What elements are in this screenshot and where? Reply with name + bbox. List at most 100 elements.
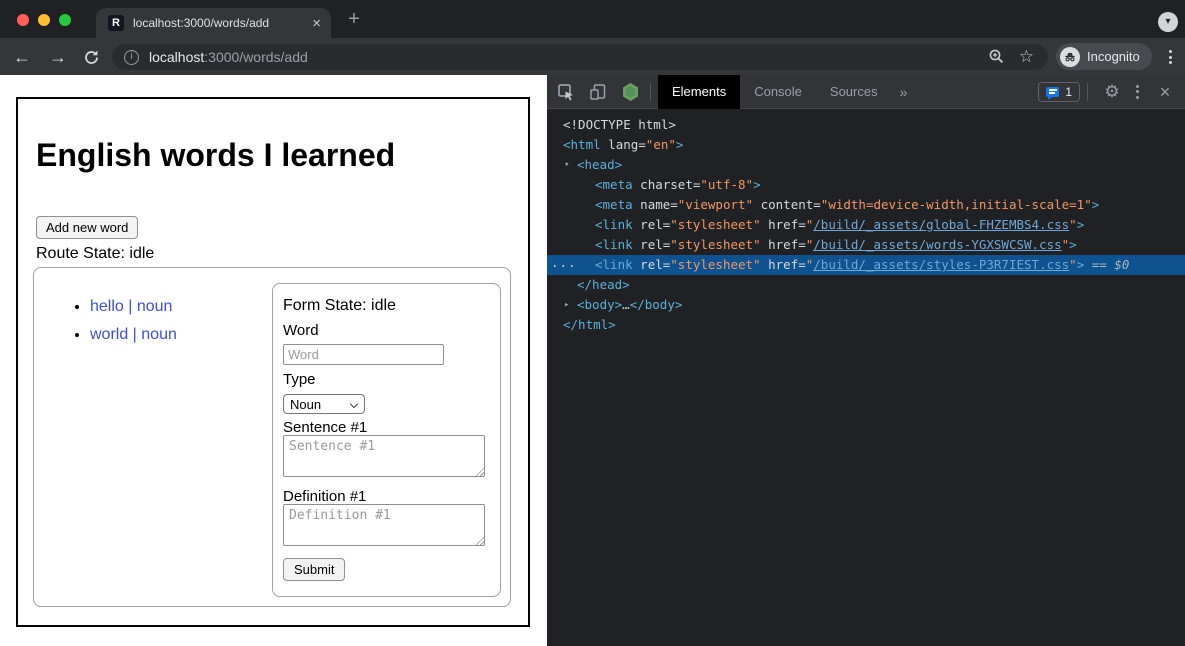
tab-close-icon[interactable]: × bbox=[312, 16, 321, 31]
sentence-textarea[interactable] bbox=[283, 435, 485, 477]
word-input[interactable] bbox=[283, 344, 444, 365]
word-list: hello | noun world | noun bbox=[54, 298, 177, 354]
zoom-page-button[interactable] bbox=[988, 48, 1005, 66]
more-tabs-button[interactable]: » bbox=[892, 84, 916, 100]
code-token-attr: rel= bbox=[633, 217, 671, 232]
device-toolbar-button[interactable] bbox=[585, 79, 611, 105]
code-line-selected[interactable]: ...<link rel="stylesheet" href="/build/_… bbox=[547, 255, 1185, 275]
sentence-label: Sentence #1 bbox=[283, 419, 367, 436]
devtools-panel: ElementsConsoleSources » 1 ⚙ × <!DOCTYPE… bbox=[547, 75, 1185, 646]
code-token-tag: <html bbox=[563, 137, 601, 152]
magnifier-plus-icon bbox=[988, 48, 1005, 65]
browser-menu-button[interactable] bbox=[1160, 44, 1180, 70]
code-token-tag: > bbox=[753, 177, 761, 192]
expand-arrow-icon[interactable]: ▸ bbox=[564, 295, 569, 315]
inspect-element-button[interactable] bbox=[553, 79, 579, 105]
window-content: English words I learned Add new word Rou… bbox=[0, 75, 1185, 646]
issues-counter-button[interactable]: 1 bbox=[1038, 82, 1080, 102]
type-select[interactable]: Noun bbox=[283, 394, 365, 414]
issues-count: 1 bbox=[1065, 85, 1072, 99]
add-new-word-button[interactable]: Add new word bbox=[36, 216, 138, 239]
tab-title: localhost:3000/words/add bbox=[133, 16, 304, 30]
message-bubble-icon bbox=[1046, 87, 1059, 97]
word-link[interactable]: world | noun bbox=[90, 326, 177, 343]
code-token-val: " bbox=[1069, 257, 1077, 272]
devtools-tab-console[interactable]: Console bbox=[740, 75, 816, 109]
devtools-tab-elements[interactable]: Elements bbox=[658, 75, 740, 109]
device-toolbar-icon bbox=[589, 83, 607, 101]
code-token-link[interactable]: /build/_assets/words-YGXSWCSW.css bbox=[813, 237, 1061, 252]
word-link[interactable]: hello | noun bbox=[90, 298, 172, 315]
form-state-text: Form State: idle bbox=[283, 297, 396, 315]
code-token-val: "viewport" bbox=[678, 197, 753, 212]
site-info-icon[interactable]: i bbox=[124, 50, 139, 65]
code-token-tag: </html> bbox=[563, 317, 616, 332]
code-line[interactable]: <html lang="en"> bbox=[547, 135, 1185, 155]
code-line[interactable]: <link rel="stylesheet" href="/build/_ass… bbox=[547, 235, 1185, 255]
code-token-attr: content= bbox=[753, 197, 821, 212]
words-panel: hello | noun world | noun Form State: idl… bbox=[33, 267, 511, 607]
code-token-attr: href= bbox=[761, 257, 806, 272]
code-token-tag: <link bbox=[595, 257, 633, 272]
submit-button[interactable]: Submit bbox=[283, 558, 345, 581]
code-token-tag: > bbox=[1069, 237, 1077, 252]
collapse-arrow-icon[interactable]: ▾ bbox=[564, 155, 569, 175]
definition-textarea[interactable] bbox=[283, 504, 485, 546]
reload-button[interactable] bbox=[78, 44, 104, 70]
toolbar-divider bbox=[650, 83, 651, 101]
window-close-button[interactable] bbox=[17, 14, 29, 26]
code-line[interactable]: </html> bbox=[547, 315, 1185, 335]
code-token-attr: href= bbox=[761, 237, 806, 252]
code-token-plain: <!DOCTYPE html> bbox=[563, 117, 676, 132]
select-chevron-icon bbox=[350, 400, 358, 408]
devtools-tab-sources[interactable]: Sources bbox=[816, 75, 892, 109]
browser-tab[interactable]: R localhost:3000/words/add × bbox=[96, 8, 331, 38]
window-zoom-button[interactable] bbox=[59, 14, 71, 26]
code-token-val: "width=device-width,initial-scale=1" bbox=[821, 197, 1092, 212]
url-text: localhost:3000/words/add bbox=[149, 49, 308, 65]
incognito-icon bbox=[1060, 47, 1080, 67]
app-container: English words I learned Add new word Rou… bbox=[16, 97, 530, 627]
code-token-link[interactable]: /build/_assets/global-FHZEMBS4.css bbox=[813, 217, 1069, 232]
url-host: localhost bbox=[149, 49, 204, 65]
code-line[interactable]: ▸<body>…</body> bbox=[547, 295, 1185, 315]
code-token-tag: </head> bbox=[577, 277, 630, 292]
tab-strip: R localhost:3000/words/add × + ▾ bbox=[0, 0, 1185, 38]
code-token-tag: <link bbox=[595, 237, 633, 252]
code-token-link[interactable]: /build/_assets/styles-P3R7IEST.css bbox=[813, 257, 1069, 272]
word-list-item: world | noun bbox=[90, 326, 177, 344]
word-list-item: hello | noun bbox=[90, 298, 177, 316]
code-token-attr: href= bbox=[761, 217, 806, 232]
settings-gear-icon[interactable]: ⚙ bbox=[1099, 82, 1125, 102]
code-token-tag: <link bbox=[595, 217, 633, 232]
code-token-tag: > bbox=[1077, 217, 1085, 232]
code-line[interactable]: </head> bbox=[547, 275, 1185, 295]
node-hexagon-icon bbox=[621, 82, 640, 102]
code-line[interactable]: ▾<head> bbox=[547, 155, 1185, 175]
new-tab-button[interactable]: + bbox=[342, 7, 366, 31]
code-token-val: " bbox=[1069, 217, 1077, 232]
incognito-label: Incognito bbox=[1087, 49, 1140, 64]
browser-toolbar: ← → i localhost:3000/words/add ☆ bbox=[0, 38, 1185, 75]
forward-button[interactable]: → bbox=[45, 44, 71, 70]
url-path: :3000/words/add bbox=[204, 49, 308, 65]
address-bar[interactable]: i localhost:3000/words/add ☆ bbox=[112, 44, 1048, 70]
code-line[interactable]: <meta name="viewport" content="width=dev… bbox=[547, 195, 1185, 215]
devtools-menu-button[interactable] bbox=[1127, 79, 1147, 105]
code-token-ellipsis: … bbox=[622, 297, 630, 312]
web-page: English words I learned Add new word Rou… bbox=[0, 75, 547, 646]
bookmark-star-icon[interactable]: ☆ bbox=[1019, 48, 1034, 66]
devtools-close-icon[interactable]: × bbox=[1151, 82, 1179, 102]
route-state-text: Route State: idle bbox=[36, 245, 154, 263]
code-line[interactable]: <!DOCTYPE html> bbox=[547, 115, 1185, 135]
code-line[interactable]: <meta charset="utf-8"> bbox=[547, 175, 1185, 195]
back-button[interactable]: ← bbox=[9, 44, 35, 70]
code-line[interactable]: <link rel="stylesheet" href="/build/_ass… bbox=[547, 215, 1185, 235]
devtools-tabs: ElementsConsoleSources bbox=[658, 75, 892, 109]
tab-search-chevron-icon[interactable]: ▾ bbox=[1158, 12, 1178, 32]
page-title: English words I learned bbox=[36, 137, 395, 174]
window-minimize-button[interactable] bbox=[38, 14, 50, 26]
node-extension-button[interactable] bbox=[617, 79, 643, 105]
code-token-val: "stylesheet" bbox=[670, 237, 760, 252]
word-label: Word bbox=[283, 322, 319, 339]
